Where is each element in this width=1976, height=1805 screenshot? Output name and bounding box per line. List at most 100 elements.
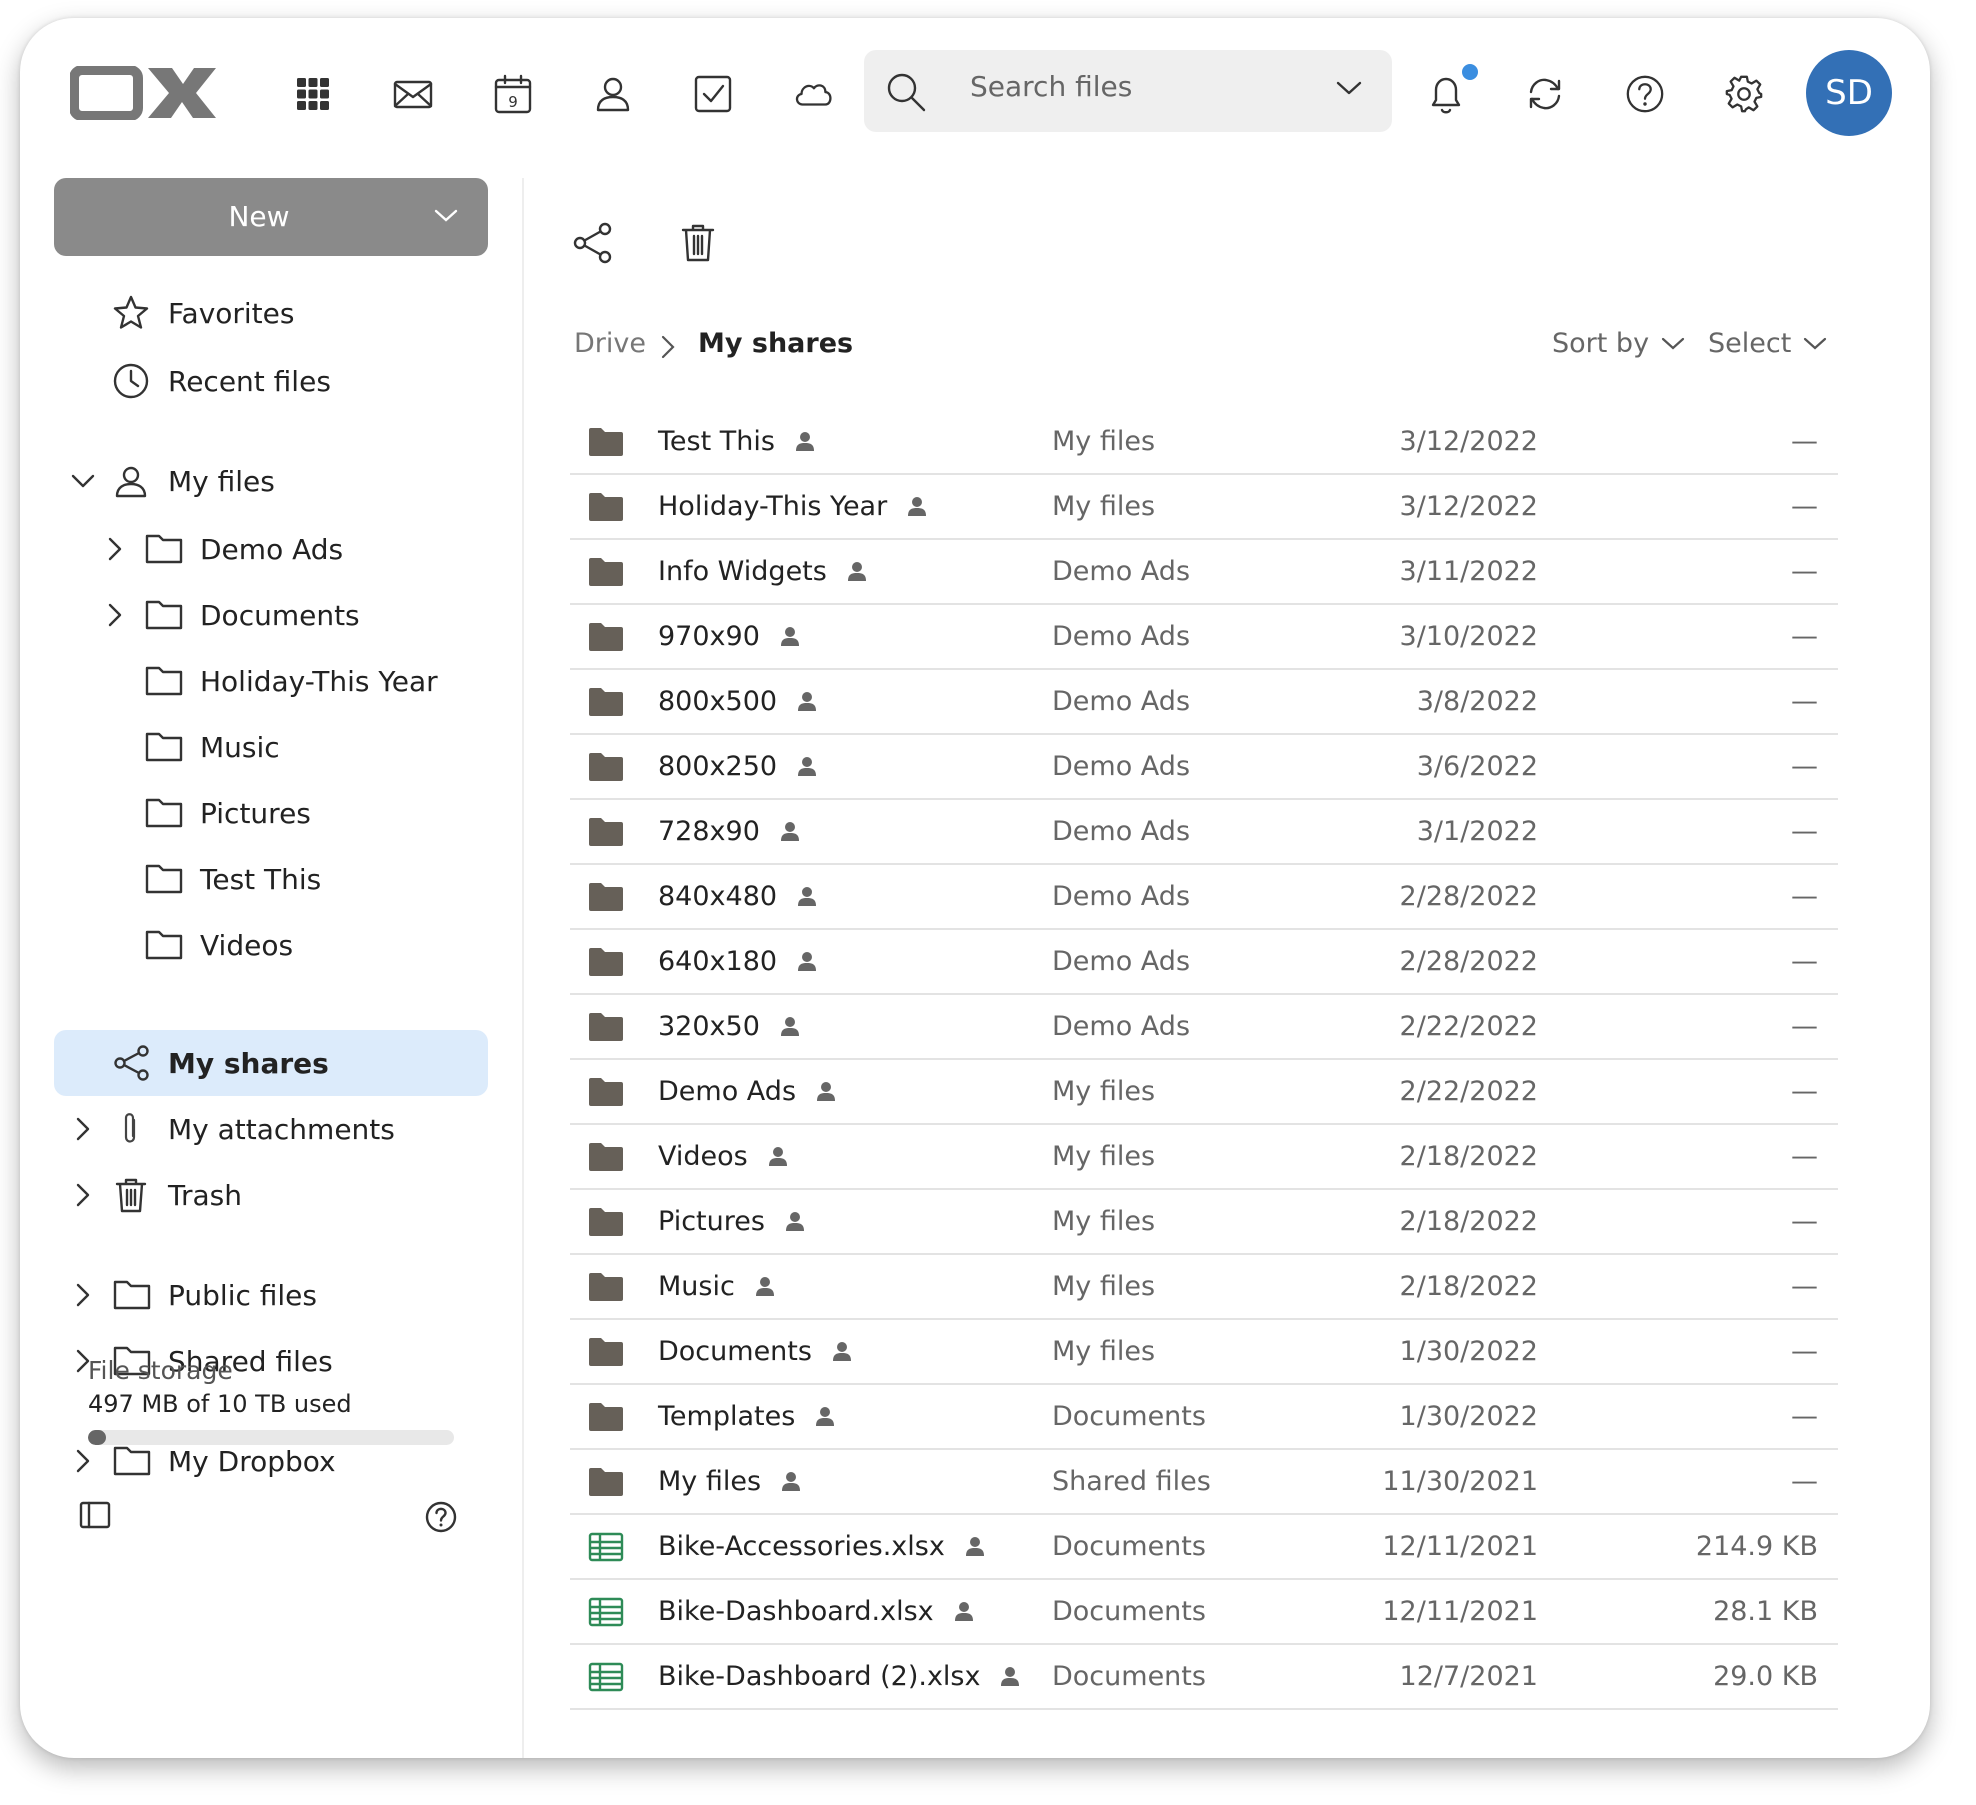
file-location: Demo Ads [1052,946,1191,977]
shared-person-icon [965,1536,985,1558]
chevron-right-icon[interactable] [70,1282,96,1308]
sidebar-item-videos[interactable]: Videos [100,912,293,978]
file-row[interactable]: 970x90 Demo Ads 3/10/2022 — [570,605,1838,670]
settings-icon[interactable] [1723,73,1765,115]
folder-icon [588,1207,624,1237]
chevron-right-icon[interactable] [102,602,128,628]
sidebar-item-documents[interactable]: Documents [100,582,360,648]
shared-person-icon [797,951,817,973]
file-name-text: Test This [658,426,775,457]
file-row[interactable]: 840x480 Demo Ads 2/28/2022 — [570,865,1838,930]
storage-title: File storage [88,1356,233,1385]
refresh-icon[interactable] [1524,73,1566,115]
chevron-right-icon[interactable] [102,536,128,562]
file-row[interactable]: Music My files 2/18/2022 — [570,1255,1838,1320]
sidebar-item-music[interactable]: Music [100,714,280,780]
file-location: My files [1052,1141,1156,1172]
file-row[interactable]: Videos My files 2/18/2022 — [570,1125,1838,1190]
file-location: Demo Ads [1052,881,1191,912]
calendar-icon[interactable]: 9 [492,73,534,115]
sidebar-item-my-attachments[interactable]: My attachments [54,1096,395,1162]
file-date: 2/18/2022 [1399,1141,1538,1172]
file-row[interactable]: 640x180 Demo Ads 2/28/2022 — [570,930,1838,995]
spreadsheet-icon [588,1532,624,1562]
file-row[interactable]: Bike-Accessories.xlsx Documents 12/11/2021… [570,1515,1838,1580]
file-name-text: Bike-Dashboard.xlsx [658,1596,934,1627]
avatar[interactable]: SD [1806,50,1892,136]
shared-person-icon [780,1016,800,1038]
file-row[interactable]: Pictures My files 2/18/2022 — [570,1190,1838,1255]
file-row[interactable]: Demo Ads My files 2/22/2022 — [570,1060,1838,1125]
file-row[interactable]: Bike-Dashboard (2).xlsx Documents 12/7/202… [570,1645,1838,1710]
bell-icon[interactable] [1425,73,1467,115]
chevron-right-icon[interactable] [70,1116,96,1142]
file-name-text: 800x250 [658,751,778,782]
file-date: 12/11/2021 [1382,1596,1538,1627]
sidebar-item-demo-ads[interactable]: Demo Ads [100,516,343,582]
sort-by-dropdown[interactable]: Sort by [1552,328,1685,359]
toggle-sidebar-icon[interactable] [78,1500,112,1530]
file-row[interactable]: Bike-Dashboard.xlsx Documents 12/11/2021 28… [570,1580,1838,1645]
folder-icon [112,1276,152,1312]
sidebar-item-test-this[interactable]: Test This [100,846,321,912]
breadcrumb-drive[interactable]: Drive [574,328,646,359]
file-row[interactable]: 320x50 Demo Ads 2/22/2022 — [570,995,1838,1060]
file-name: Documents [658,1336,852,1367]
paperclip-icon [112,1110,150,1148]
chevron-right-icon[interactable] [70,1448,96,1474]
file-location: My files [1052,1076,1156,1107]
chevron-right-icon[interactable] [70,1182,96,1208]
file-row[interactable]: My files Shared files 11/30/2021 — [570,1450,1838,1515]
mail-icon[interactable] [392,73,434,115]
apps-grid-icon[interactable] [292,73,334,115]
file-row[interactable]: 728x90 Demo Ads 3/1/2022 — [570,800,1838,865]
folder-icon [588,492,624,522]
file-size: — [1791,751,1818,782]
chevron-down-icon[interactable] [70,468,96,494]
sidebar-item-favorites[interactable]: Favorites [100,280,294,346]
folder-icon [588,687,624,717]
file-row[interactable]: Holiday-This Year My files 3/12/2022 — [570,475,1838,540]
search-input[interactable]: Search files [864,50,1392,132]
drive-cloud-icon[interactable] [792,73,834,115]
breadcrumb-current: My shares [698,328,854,359]
contacts-icon[interactable] [592,73,634,115]
file-row[interactable]: Test This My files 3/12/2022 — [570,410,1838,475]
ox-logo[interactable] [70,66,216,120]
file-row[interactable]: Documents My files 1/30/2022 — [570,1320,1838,1385]
sidebar-item-recent-files[interactable]: Recent files [100,348,331,414]
share-icon[interactable] [572,222,614,264]
sidebar-item-public-files[interactable]: Public files [54,1262,317,1328]
file-location: Demo Ads [1052,686,1191,717]
sidebar-item-trash[interactable]: Trash [54,1162,242,1228]
shared-person-icon [832,1341,852,1363]
help-icon[interactable] [1624,73,1666,115]
file-date: 2/28/2022 [1399,881,1538,912]
search-options-chevron-icon[interactable] [1336,80,1362,96]
file-date: 12/11/2021 [1382,1531,1538,1562]
file-row[interactable]: Info Widgets Demo Ads 3/11/2022 — [570,540,1838,605]
file-date: 3/10/2022 [1399,621,1538,652]
folder-icon [588,1077,624,1107]
trash-icon[interactable] [678,222,718,264]
share-icon [112,1044,152,1082]
sidebar-item-my-files[interactable]: My files [54,448,275,514]
user-icon [112,462,150,500]
select-dropdown[interactable]: Select [1708,328,1827,359]
file-name: Demo Ads [658,1076,836,1107]
file-row[interactable]: 800x500 Demo Ads 3/8/2022 — [570,670,1838,735]
sidebar-item-holiday-this-year[interactable]: Holiday-This Year [100,648,438,714]
sidebar-item-label: Music [200,730,280,764]
sidebar-item-label: Public files [168,1278,317,1312]
sidebar-item-pictures[interactable]: Pictures [100,780,311,846]
file-date: 3/1/2022 [1416,816,1538,847]
file-row[interactable]: 800x250 Demo Ads 3/6/2022 — [570,735,1838,800]
new-button[interactable]: New [54,178,488,256]
sidebar-item-my-shares[interactable]: My shares [100,1030,329,1096]
sidebar-item-label: My Dropbox [168,1444,336,1478]
file-row[interactable]: Templates Documents 1/30/2022 — [570,1385,1838,1450]
folder-icon [588,427,624,457]
file-date: 3/12/2022 [1399,426,1538,457]
help-icon[interactable] [424,1500,458,1534]
tasks-icon[interactable] [692,73,734,115]
